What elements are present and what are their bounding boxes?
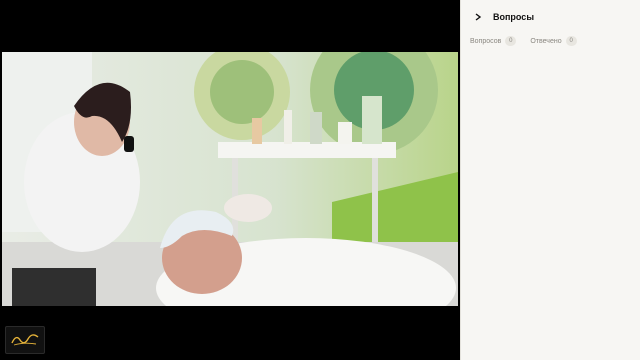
brand-logo <box>5 326 45 354</box>
panel-header[interactable]: Вопросы <box>471 8 534 26</box>
chevron-right-icon[interactable] <box>471 10 485 24</box>
questions-tabs: Вопросов 0 Отвечено 0 <box>470 36 591 46</box>
tab-answered-label: Отвечено <box>530 37 562 45</box>
tab-questions[interactable]: Вопросов 0 <box>470 36 517 46</box>
tab-answered-count: 0 <box>565 36 577 46</box>
tab-answered[interactable]: Отвечено 0 <box>530 36 577 46</box>
tab-questions-label: Вопросов <box>470 37 502 45</box>
panel-title: Вопросы <box>493 12 535 22</box>
video-area[interactable] <box>0 0 460 360</box>
questions-panel: Вопросы Вопросов 0 Отвечено 0 <box>460 0 640 360</box>
brand-signature-logo-icon <box>11 334 39 346</box>
video-player[interactable] <box>2 52 458 306</box>
video-frame-image <box>2 52 458 306</box>
tab-questions-count: 0 <box>505 36 517 46</box>
